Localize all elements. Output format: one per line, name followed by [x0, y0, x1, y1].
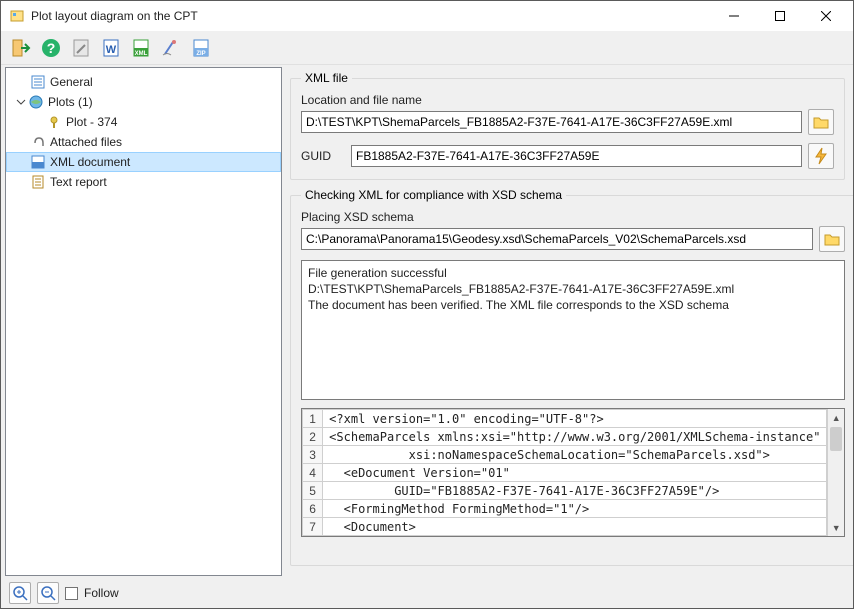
- generate-guid-button[interactable]: [808, 143, 834, 169]
- tool-a-button[interactable]: [157, 34, 185, 62]
- group-title: XML file: [301, 71, 352, 85]
- main-area: General Plots (1) Plot - 374 Attached fi…: [1, 65, 853, 578]
- guid-input[interactable]: [351, 145, 802, 167]
- maximize-button[interactable]: [757, 1, 803, 31]
- tree-label: Plot - 374: [66, 115, 117, 129]
- doc-icon: [30, 75, 46, 89]
- log-output[interactable]: File generation successful D:\TEST\KPT\S…: [301, 260, 845, 400]
- content-panel: XML file Location and file name GUID Che…: [282, 65, 853, 578]
- tree-label: Attached files: [50, 135, 122, 149]
- xsd-path-input[interactable]: [301, 228, 813, 250]
- zoom-in-button[interactable]: [9, 582, 31, 604]
- zoom-out-button[interactable]: [37, 582, 59, 604]
- tree-item-report[interactable]: Text report: [6, 172, 281, 192]
- table-row: 1<?xml version="1.0" encoding="UTF-8"?>: [303, 410, 827, 428]
- table-row: 5 GUID="FB1885A2-F37E-7641-A17E-36C3FF27…: [303, 482, 827, 500]
- globe-icon: [28, 95, 44, 109]
- xml-path-input[interactable]: [301, 111, 802, 133]
- browse-xsd-button[interactable]: [819, 226, 845, 252]
- archive-button[interactable]: ZIP: [187, 34, 215, 62]
- xml-source-grid[interactable]: 1<?xml version="1.0" encoding="UTF-8"?> …: [301, 408, 845, 537]
- word-button[interactable]: W: [97, 34, 125, 62]
- table-row: 3 xsi:noNamespaceSchemaLocation="SchemaP…: [303, 446, 827, 464]
- titlebar: Plot layout diagram on the CPT: [1, 1, 853, 31]
- table-row: 2<SchemaParcels xmlns:xsi="http://www.w3…: [303, 428, 827, 446]
- zoom-in-icon: [12, 585, 28, 601]
- app-icon: [9, 8, 25, 24]
- tree-item-general[interactable]: General: [6, 72, 281, 92]
- toolbar: ? W XML ZIP: [1, 31, 853, 65]
- tree-item-xml[interactable]: XML document: [6, 152, 281, 172]
- lightning-icon: [812, 147, 830, 165]
- tree-label: XML document: [50, 155, 130, 169]
- folder-icon: [823, 230, 841, 248]
- pin-icon: [46, 115, 62, 129]
- window-title: Plot layout diagram on the CPT: [31, 9, 711, 23]
- clip-icon: [30, 135, 46, 149]
- table-row: 4 <eDocument Version="01": [303, 464, 827, 482]
- scroll-thumb[interactable]: [830, 427, 842, 451]
- help-button[interactable]: ?: [37, 34, 65, 62]
- close-button[interactable]: [803, 1, 849, 31]
- browse-xml-button[interactable]: [808, 109, 834, 135]
- tree-label: Text report: [50, 175, 107, 189]
- report-icon: [30, 175, 46, 189]
- exit-button[interactable]: [7, 34, 35, 62]
- group-title: Checking XML for compliance with XSD sch…: [301, 188, 566, 202]
- table-row: 7 <Document>: [303, 518, 827, 536]
- footer: Follow: [1, 578, 853, 608]
- placing-label: Placing XSD schema: [301, 210, 845, 224]
- xsd-check-group: Checking XML for compliance with XSD sch…: [290, 188, 853, 566]
- guid-label: GUID: [301, 149, 345, 163]
- tree-panel: General Plots (1) Plot - 374 Attached fi…: [5, 67, 282, 576]
- minimize-button[interactable]: [711, 1, 757, 31]
- tree-item-plots[interactable]: Plots (1): [6, 92, 281, 112]
- edit-button[interactable]: [67, 34, 95, 62]
- folder-icon: [812, 113, 830, 131]
- table-row: 6 <FormingMethod FormingMethod="1"/>: [303, 500, 827, 518]
- tree-label: General: [50, 75, 93, 89]
- tree-item-plot[interactable]: Plot - 374: [6, 112, 281, 132]
- svg-text:W: W: [106, 44, 117, 56]
- xml-button[interactable]: XML: [127, 34, 155, 62]
- svg-text:XML: XML: [135, 51, 148, 57]
- xml-file-group: XML file Location and file name GUID: [290, 71, 845, 180]
- scroll-down-icon[interactable]: ▼: [828, 519, 844, 536]
- follow-checkbox[interactable]: [65, 587, 78, 600]
- tree-label: Plots (1): [48, 95, 93, 109]
- location-label: Location and file name: [301, 93, 834, 107]
- svg-text:ZIP: ZIP: [196, 51, 205, 57]
- tree-item-attached[interactable]: Attached files: [6, 132, 281, 152]
- xml-icon: [30, 155, 46, 169]
- svg-text:?: ?: [47, 40, 56, 56]
- follow-label: Follow: [84, 586, 119, 600]
- chevron-down-icon[interactable]: [14, 97, 28, 107]
- scroll-up-icon[interactable]: ▲: [828, 409, 844, 426]
- scrollbar[interactable]: ▲ ▼: [827, 409, 844, 536]
- zoom-out-icon: [40, 585, 56, 601]
